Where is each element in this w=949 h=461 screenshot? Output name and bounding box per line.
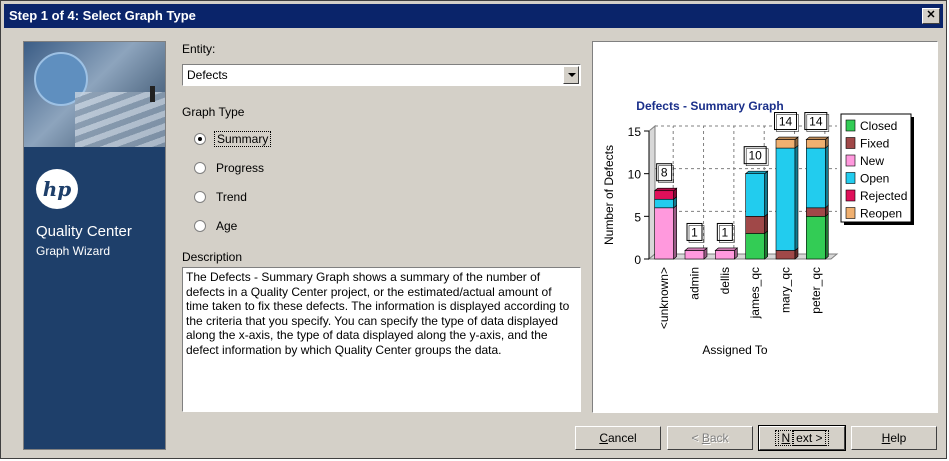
bar-segment-closed <box>806 216 826 260</box>
legend-swatch-new <box>845 154 856 167</box>
bar-total-label: 1 <box>691 225 698 239</box>
radio-selected-icon[interactable] <box>194 133 206 145</box>
legend-swatch-open <box>845 172 856 184</box>
radio-unselected-icon[interactable] <box>194 220 206 232</box>
banner-subtitle: Graph Wizard <box>36 244 111 258</box>
bar-total-label: 8 <box>661 166 668 180</box>
bar-segment-open <box>654 198 674 209</box>
bar-segment-new <box>654 207 674 260</box>
legend-swatch-rejected <box>845 189 856 202</box>
radio-unselected-icon[interactable] <box>194 191 206 203</box>
y-tick-label: 10 <box>628 168 642 182</box>
bar-segment-open <box>745 173 765 217</box>
entity-select-value: Defects <box>187 68 228 82</box>
y-tick-label: 5 <box>634 210 641 224</box>
title-bar: Step 1 of 4: Select Graph Type ✕ <box>4 4 943 28</box>
bar-segment-fixed <box>745 216 765 234</box>
x-tick-label: <unknown> <box>657 267 671 329</box>
bar-segment-side <box>825 144 829 209</box>
legend-label: Reopen <box>860 207 902 221</box>
chart-title: Defects - Summary Graph <box>636 99 783 113</box>
entity-label: Entity: <box>182 42 216 56</box>
legend-swatch-fixed <box>845 137 856 149</box>
close-icon[interactable]: ✕ <box>922 8 940 24</box>
bar-segment-side <box>825 213 829 260</box>
radio-summary-label: Summary <box>214 131 272 147</box>
bar-top <box>775 136 799 140</box>
bar-segment-reopen <box>775 139 796 149</box>
x-tick-label: peter_qc <box>809 267 823 314</box>
bar-segment-open <box>806 147 826 209</box>
description-label: Description <box>182 250 243 264</box>
bar-top <box>653 187 678 192</box>
legend-label: Open <box>860 172 889 186</box>
back-button[interactable]: < Back <box>667 426 753 450</box>
bar-segment-side <box>764 230 768 260</box>
legend-label: Closed <box>860 119 897 133</box>
x-tick-label: admin <box>688 267 702 300</box>
legend-swatch-closed <box>845 119 856 132</box>
bar-segment-side <box>764 170 768 217</box>
bar-segment-side <box>764 213 768 235</box>
radio-trend-label: Trend <box>216 190 247 204</box>
y-tick-label: 15 <box>628 125 642 139</box>
window-title: Step 1 of 4: Select Graph Type <box>9 8 196 23</box>
help-button[interactable]: Help <box>851 426 937 450</box>
legend-swatch-reopen <box>845 207 856 219</box>
bar-segment-open <box>775 147 796 251</box>
bar-segment-fixed <box>806 207 826 217</box>
description-text: The Defects - Summary Graph shows a summ… <box>182 267 581 412</box>
wizard-banner: hp Quality Center Graph Wizard <box>23 41 166 450</box>
next-button[interactable]: Next > <box>758 425 846 451</box>
chart-left-wall <box>648 124 656 261</box>
bar-total-label: 10 <box>748 149 762 163</box>
bar-total-label: 14 <box>779 115 793 129</box>
y-tick-label: 0 <box>634 253 641 267</box>
wizard-window: Step 1 of 4: Select Graph Type ✕ hp Qual… <box>0 0 947 459</box>
bar-top <box>684 247 708 251</box>
radio-progress-label: Progress <box>216 161 265 175</box>
legend-label: New <box>860 154 884 168</box>
bar-top <box>805 136 830 140</box>
x-tick-label: mary_qc <box>779 267 793 313</box>
banner-product-name: Quality Center <box>36 223 132 240</box>
banner-image <box>24 42 165 147</box>
bar-total-label: 14 <box>809 115 823 129</box>
radio-age-label: Age <box>216 219 238 233</box>
bar-total-label: 1 <box>721 225 728 239</box>
bar-top <box>744 170 769 174</box>
legend-label: Fixed <box>860 137 889 151</box>
x-tick-label: james_qc <box>748 267 762 319</box>
chevron-down-icon[interactable] <box>563 66 579 84</box>
summary-chart: Defects - Summary Graph 0 5 10 15 8 <unknown> 1… <box>602 99 914 357</box>
x-axis-label: Assigned To <box>702 343 767 357</box>
entity-select[interactable]: Defects <box>182 64 581 86</box>
bar-segment-new <box>715 250 735 260</box>
bar-segment-side <box>673 204 677 260</box>
bar-segment-reopen <box>806 139 826 149</box>
radio-unselected-icon[interactable] <box>194 162 206 174</box>
bar-segment-rejected <box>654 190 674 200</box>
chart-preview: Defects - Summary Graph 0 5 10 15 8 <unknown> 1… <box>592 41 938 413</box>
bar-segment-side <box>794 144 799 252</box>
x-tick-label: dellis <box>718 267 732 294</box>
hp-logo-icon: hp <box>36 169 78 209</box>
cancel-button[interactable]: Cancel <box>575 426 661 450</box>
bar-segment-fixed <box>775 250 796 260</box>
bar-segment-new <box>684 250 705 260</box>
bar-top <box>714 247 739 251</box>
bar-segment-closed <box>745 233 765 260</box>
graph-type-label: Graph Type <box>182 105 245 119</box>
legend-label: Rejected <box>860 189 907 203</box>
y-axis-label: Number of Defects <box>602 145 616 245</box>
